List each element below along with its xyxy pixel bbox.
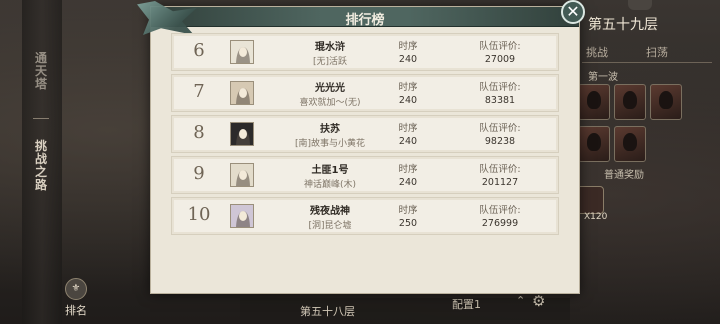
player-name: 光光光 [315, 83, 345, 94]
player-name: 残夜战神 [310, 206, 350, 217]
rank-number: 6 [193, 40, 205, 61]
team-score-value: 83381 [484, 95, 516, 106]
team-score-label: 队伍评价: [479, 205, 521, 216]
player-guild: [洞]昆仑墟 [308, 221, 352, 231]
portrait-icon [231, 164, 253, 186]
rank-icon: ⚜ [65, 278, 87, 300]
avatar[interactable] [230, 204, 254, 228]
rank-button-label: 排名 [65, 304, 87, 317]
reward-count: X120 [584, 212, 608, 222]
floor-title: 第五十九层 [588, 17, 658, 33]
config-select[interactable]: 配置1 [452, 296, 481, 312]
tab-challenge[interactable]: 挑战 [586, 44, 608, 60]
sequence-value: 240 [398, 177, 418, 188]
table-row[interactable]: 10 残夜战神 [洞]昆仑墟 时序 250 队伍评价: 276999 [171, 197, 559, 235]
sequence-value: 240 [398, 54, 418, 65]
rank-number: 10 [187, 204, 211, 225]
right-tabs: 挑战 扫荡 [582, 44, 712, 62]
avatar[interactable] [230, 81, 254, 105]
portrait-icon [231, 41, 253, 63]
table-row[interactable]: 6 琨水浒 [无]活跃 时序 240 队伍评价: 27009 [171, 33, 559, 71]
portrait-icon [231, 205, 253, 227]
enemy-portrait[interactable] [614, 126, 646, 162]
avatar[interactable] [230, 122, 254, 146]
leaderboard-modal: 排行榜 6 琨水浒 [无]活跃 时序 240 队伍评价: 27009 7 光光光… [137, 1, 580, 294]
sequence-value: 250 [398, 218, 418, 229]
sequence-value: 240 [398, 136, 418, 147]
team-score-label: 队伍评价: [479, 123, 521, 134]
sequence-label: 时序 [398, 164, 418, 175]
enemy-portrait[interactable] [578, 84, 610, 120]
rank-button[interactable]: ⚜ 排名 [60, 278, 92, 318]
player-guild: [南]故事与小黄花 [294, 139, 366, 149]
list-empty-area [171, 243, 561, 283]
rank-number: 7 [193, 81, 205, 102]
avatar[interactable] [230, 40, 254, 64]
table-row[interactable]: 9 土匪1号 神话巅峰(木) 时序 240 队伍评价: 201127 [171, 156, 559, 194]
player-guild: [无]活跃 [312, 57, 348, 67]
team-score-value: 27009 [484, 54, 516, 65]
sidebar-tab-challenge-road[interactable]: 挑战之路 [30, 140, 52, 192]
close-button[interactable]: ✕ [561, 0, 585, 24]
team-score-label: 队伍评价: [479, 164, 521, 175]
current-floor-label: 第五十八层 [300, 305, 355, 318]
reward-item-icon[interactable] [576, 186, 604, 214]
gear-icon[interactable]: ⚙ [532, 292, 545, 310]
reward-label: 普通奖励 [604, 170, 644, 181]
tab-sweep[interactable]: 扫荡 [646, 44, 668, 60]
modal-header: 排行榜 [137, 1, 579, 35]
rank-number: 9 [193, 163, 205, 184]
tab-divider [582, 62, 712, 63]
modal-title: 排行榜 [345, 13, 385, 28]
team-score-value: 276999 [481, 218, 519, 229]
sequence-label: 时序 [398, 41, 418, 52]
enemy-portrait[interactable] [614, 84, 646, 120]
team-score-label: 队伍评价: [479, 82, 521, 93]
player-guild: 喜欢就加～(无) [299, 98, 361, 108]
player-name: 土匪1号 [311, 165, 349, 176]
enemy-portrait[interactable] [578, 126, 610, 162]
enemy-portrait[interactable] [650, 84, 682, 120]
table-row[interactable]: 7 光光光 喜欢就加～(无) 时序 240 队伍评价: 83381 [171, 74, 559, 112]
sequence-value: 240 [398, 95, 418, 106]
wave-label: 第一波 [588, 72, 618, 83]
team-score-value: 201127 [481, 177, 519, 188]
sequence-label: 时序 [398, 123, 418, 134]
portrait-icon [231, 82, 253, 104]
sequence-label: 时序 [398, 82, 418, 93]
team-score-label: 队伍评价: [479, 41, 521, 52]
leaderboard-list: 6 琨水浒 [无]活跃 时序 240 队伍评价: 27009 7 光光光 喜欢就… [171, 33, 561, 238]
player-name: 琨水浒 [315, 42, 345, 53]
avatar[interactable] [230, 163, 254, 187]
sequence-label: 时序 [398, 205, 418, 216]
portrait-icon [231, 123, 253, 145]
table-row[interactable]: 8 扶苏 [南]故事与小黄花 时序 240 队伍评价: 98238 [171, 115, 559, 153]
chevron-up-icon[interactable]: ⌃ [516, 294, 525, 307]
sidebar-tab-tower[interactable]: 通天塔 [30, 52, 52, 91]
player-guild: 神话巅峰(木) [303, 180, 357, 190]
player-name: 扶苏 [320, 124, 340, 135]
chat-icon[interactable] [628, 0, 652, 10]
team-score-value: 98238 [484, 136, 516, 147]
sidebar-divider [33, 118, 49, 119]
rank-number: 8 [193, 122, 205, 143]
